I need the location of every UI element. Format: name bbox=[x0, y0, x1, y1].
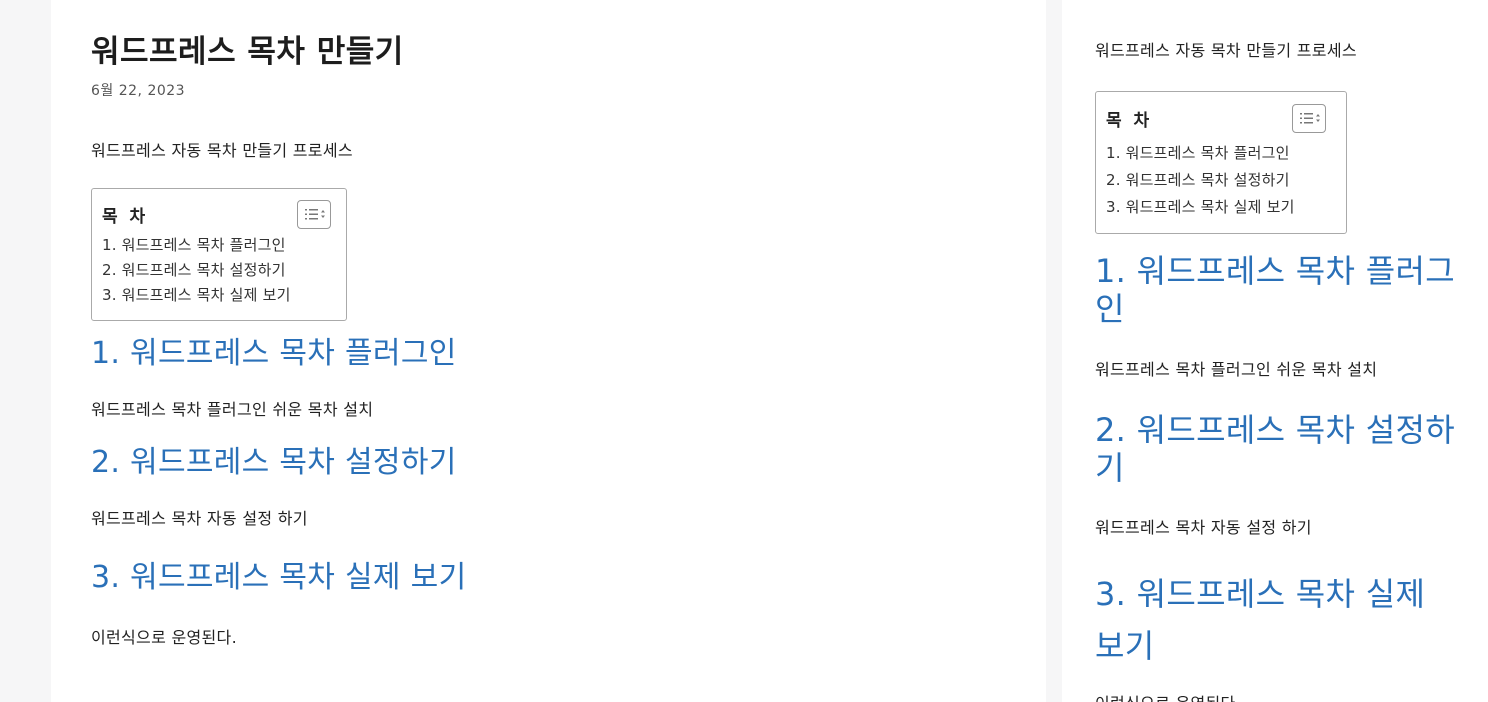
list-toggle-icon bbox=[298, 201, 330, 228]
post-intro: 워드프레스 자동 목차 만들기 프로세스 bbox=[91, 141, 353, 160]
preview-section-text-3: 이런식으로 운영된다. bbox=[1095, 690, 1241, 702]
main-article: 워드프레스 목차 만들기 6월 22, 2023 워드프레스 자동 목차 만들기… bbox=[51, 0, 1046, 702]
preview-toc-link-2[interactable]: 2. 워드프레스 목차 설정하기 bbox=[1106, 171, 1290, 189]
post-title: 워드프레스 목차 만들기 bbox=[91, 34, 404, 70]
section-text-2: 워드프레스 목차 자동 설정 하기 bbox=[91, 509, 308, 528]
preview-intro: 워드프레스 자동 목차 만들기 프로세스 bbox=[1095, 41, 1357, 60]
section-heading-2: 2. 워드프레스 목차 설정하기 bbox=[91, 445, 457, 480]
toc-item: 1. 워드프레스 목차 플러그인 bbox=[1106, 142, 1295, 169]
preview-section-text-2: 워드프레스 목차 자동 설정 하기 bbox=[1095, 518, 1312, 537]
list-toggle-icon bbox=[1293, 105, 1325, 132]
toc-toggle-button[interactable] bbox=[297, 200, 331, 229]
toc-item: 3. 워드프레스 목차 실제 보기 bbox=[1106, 196, 1295, 223]
toc-link-3[interactable]: 3. 워드프레스 목차 실제 보기 bbox=[102, 286, 291, 304]
preview-section-text-1: 워드프레스 목차 플러그인 쉬운 목차 설치 bbox=[1095, 360, 1378, 379]
preview-toc-title: 목 차 bbox=[1106, 111, 1153, 131]
toc-item: 2. 워드프레스 목차 설정하기 bbox=[102, 259, 291, 284]
preview-table-of-contents: 목 차 1. 워드프레스 목차 플러그인 2. 워드프레스 목차 설정하기 3.… bbox=[1095, 91, 1347, 234]
preview-toc-link-1[interactable]: 1. 워드프레스 목차 플러그인 bbox=[1106, 144, 1290, 162]
section-text-1: 워드프레스 목차 플러그인 쉬운 목차 설치 bbox=[91, 400, 374, 419]
preview-section-heading-3: 3. 워드프레스 목차 실제 보기 bbox=[1095, 575, 1426, 665]
preview-toc-list: 1. 워드프레스 목차 플러그인 2. 워드프레스 목차 설정하기 3. 워드프… bbox=[1106, 142, 1295, 223]
toc-title: 목 차 bbox=[102, 207, 149, 227]
toc-link-2[interactable]: 2. 워드프레스 목차 설정하기 bbox=[102, 261, 286, 279]
preview-section-heading-2: 2. 워드프레스 목차 설정하기 bbox=[1095, 411, 1455, 487]
section-text-3: 이런식으로 운영된다. bbox=[91, 628, 237, 647]
preview-toc-toggle-button[interactable] bbox=[1292, 104, 1326, 133]
post-date: 6월 22, 2023 bbox=[91, 83, 186, 99]
toc-link-1[interactable]: 1. 워드프레스 목차 플러그인 bbox=[102, 236, 286, 254]
preview-section-heading-1: 1. 워드프레스 목차 플러그인 bbox=[1095, 252, 1455, 328]
mobile-preview: 워드프레스 자동 목차 만들기 프로세스 목 차 1. 워드프레스 목차 플러그… bbox=[1062, 0, 1488, 702]
preview-toc-link-3[interactable]: 3. 워드프레스 목차 실제 보기 bbox=[1106, 198, 1295, 216]
table-of-contents: 목 차 1. 워드프레스 목차 플러그인 2. 워드프레스 목차 설정하기 3.… bbox=[91, 188, 347, 321]
section-heading-3: 3. 워드프레스 목차 실제 보기 bbox=[91, 560, 467, 595]
toc-item: 1. 워드프레스 목차 플러그인 bbox=[102, 234, 291, 259]
toc-item: 3. 워드프레스 목차 실제 보기 bbox=[102, 284, 291, 309]
toc-list: 1. 워드프레스 목차 플러그인 2. 워드프레스 목차 설정하기 3. 워드프… bbox=[102, 234, 291, 309]
toc-item: 2. 워드프레스 목차 설정하기 bbox=[1106, 169, 1295, 196]
section-heading-1: 1. 워드프레스 목차 플러그인 bbox=[91, 336, 457, 371]
